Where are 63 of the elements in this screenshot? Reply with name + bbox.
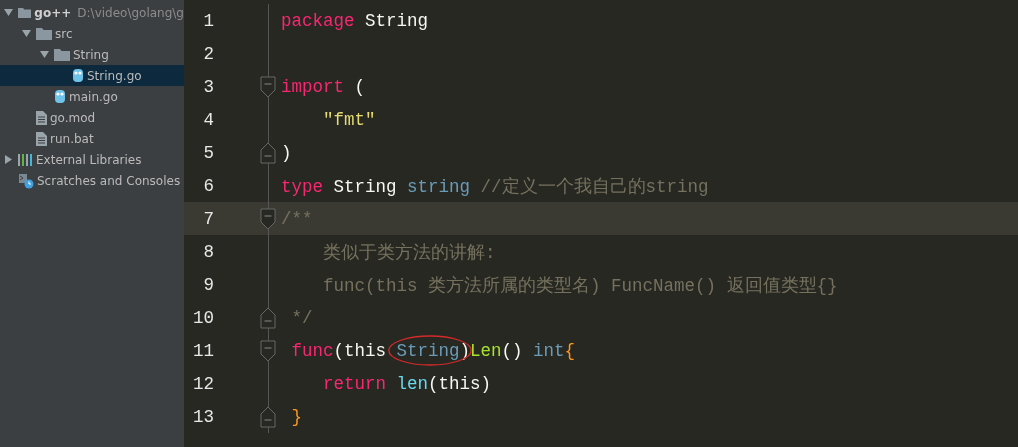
- tree-item[interactable]: External Libraries: [0, 149, 184, 170]
- tree-item-label: main.go: [69, 89, 118, 104]
- line-number: 2: [202, 43, 214, 64]
- tree-item-label: src: [55, 26, 73, 41]
- tree-item-label: External Libraries: [36, 152, 142, 167]
- tree-item[interactable]: main.go: [0, 86, 184, 107]
- code-line: type String string //定义一个我自己的string: [281, 175, 709, 198]
- fold-marker-icon[interactable]: [260, 306, 276, 329]
- libraries-icon: [18, 153, 33, 166]
- tree-item-label: run.bat: [50, 131, 94, 146]
- code-line: /**: [281, 208, 313, 229]
- line-number: 12: [192, 373, 214, 394]
- fold-marker-icon[interactable]: [260, 75, 276, 98]
- folder-icon: [54, 48, 70, 61]
- line-number: 11: [192, 340, 214, 361]
- gopher-icon: [54, 89, 66, 104]
- code-line: return len(this): [322, 373, 492, 394]
- tree-item[interactable]: String.go: [0, 65, 184, 86]
- tree-item[interactable]: Scratches and Consoles: [0, 170, 184, 191]
- tree-item-label: String.go: [87, 68, 142, 83]
- fold-marker-icon[interactable]: [260, 207, 276, 230]
- line-number: 5: [202, 142, 214, 163]
- file-icon: [36, 131, 47, 146]
- line-number: 7: [202, 208, 214, 229]
- caret-down-icon[interactable]: [4, 8, 13, 17]
- folder-icon: [18, 6, 32, 19]
- tree-item-label: go++: [34, 5, 72, 20]
- code-line: */: [290, 307, 313, 328]
- gopher-icon: [72, 68, 84, 83]
- caret-down-icon[interactable]: [22, 29, 31, 38]
- folder-icon: [36, 27, 52, 40]
- line-number: 8: [202, 241, 214, 262]
- fold-marker-icon[interactable]: [260, 405, 276, 428]
- code-line: func(this 类方法所属的类型名) FuncName() 返回值类型{}: [322, 274, 838, 297]
- code-line: package String: [281, 10, 429, 31]
- code-line: }: [290, 406, 302, 427]
- code-line: "fmt": [322, 109, 376, 130]
- code-line: import (: [281, 76, 366, 97]
- fold-marker-icon[interactable]: [260, 141, 276, 164]
- tree-item[interactable]: go++ D:\video\golang\g: [0, 2, 184, 23]
- line-number: 3: [202, 76, 214, 97]
- project-path: D:\video\golang\g: [77, 5, 184, 20]
- tree-item-label: Scratches and Consoles: [37, 173, 181, 188]
- fold-marker-icon[interactable]: [260, 339, 276, 362]
- file-icon: [36, 110, 47, 125]
- caret-down-icon[interactable]: [40, 50, 49, 59]
- tree-item[interactable]: go.mod: [0, 107, 184, 128]
- tree-item-label: String: [73, 47, 109, 62]
- line-number: 1: [202, 10, 214, 31]
- caret-right-icon[interactable]: [4, 155, 13, 164]
- code-line: ): [281, 142, 292, 163]
- line-number: 9: [202, 274, 214, 295]
- tree-item-label: go.mod: [50, 110, 96, 125]
- tree-item[interactable]: src: [0, 23, 184, 44]
- code-line: 类似于类方法的讲解:: [322, 241, 496, 264]
- scratches-icon: [18, 172, 34, 189]
- tree-item[interactable]: run.bat: [0, 128, 184, 149]
- code-line: func(this String)Len() int{: [290, 340, 576, 361]
- tree-item[interactable]: String: [0, 44, 184, 65]
- line-number: 13: [192, 406, 214, 427]
- line-number: 10: [192, 307, 214, 328]
- line-number: 4: [202, 109, 214, 130]
- line-number: 6: [202, 175, 214, 196]
